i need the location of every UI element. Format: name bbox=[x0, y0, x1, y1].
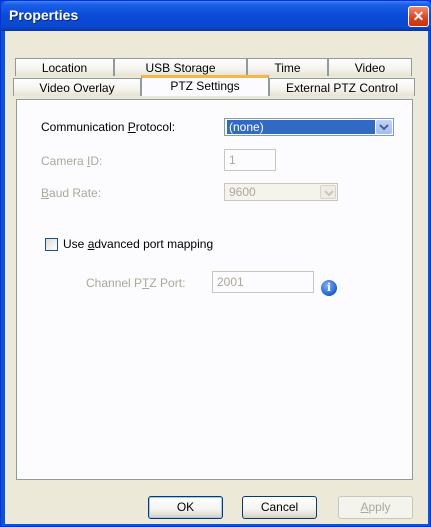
ptz-settings-panel: Communication Protocol: (none) Camera ID… bbox=[16, 99, 413, 480]
close-button[interactable]: ✕ bbox=[408, 6, 429, 27]
chevron-down-icon[interactable] bbox=[376, 120, 392, 134]
communication-protocol-value: (none) bbox=[227, 120, 375, 134]
window-title: Properties bbox=[9, 7, 79, 23]
advanced-port-mapping-label[interactable]: Use advanced port mapping bbox=[63, 237, 213, 251]
chevron-down-icon[interactable] bbox=[320, 185, 336, 199]
tab-ptz-settings[interactable]: PTZ Settings bbox=[141, 75, 269, 96]
tab-video-overlay[interactable]: Video Overlay bbox=[13, 78, 141, 96]
camera-id-field[interactable]: 1 bbox=[224, 149, 276, 171]
ok-button[interactable]: OK bbox=[148, 496, 223, 519]
cancel-button[interactable]: Cancel bbox=[242, 496, 317, 519]
camera-id-label: Camera ID: bbox=[41, 154, 103, 168]
communication-protocol-label: Communication Protocol: bbox=[41, 120, 176, 134]
channel-ptz-port-label: Channel PTZ Port: bbox=[86, 276, 186, 290]
tab-time[interactable]: Time bbox=[247, 58, 328, 76]
tab-video[interactable]: Video bbox=[328, 58, 412, 76]
baud-rate-value: 9600 bbox=[229, 185, 256, 199]
baud-rate-label: Baud Rate: bbox=[41, 186, 102, 200]
tab-external-ptz-control[interactable]: External PTZ Control bbox=[269, 78, 415, 96]
dialog-client-area: Location USB Storage Time Video Video Ov… bbox=[5, 31, 428, 524]
tab-location[interactable]: Location bbox=[15, 58, 114, 76]
title-bar[interactable]: Properties ✕ bbox=[1, 1, 431, 31]
channel-ptz-port-field[interactable]: 2001 bbox=[212, 271, 314, 293]
tab-usb-storage[interactable]: USB Storage bbox=[114, 58, 247, 76]
apply-button[interactable]: Apply bbox=[338, 496, 413, 519]
advanced-port-mapping-checkbox[interactable] bbox=[45, 238, 58, 251]
communication-protocol-select[interactable]: (none) bbox=[224, 118, 394, 136]
close-icon: ✕ bbox=[412, 8, 425, 24]
properties-window: Properties ✕ Location USB Storage Time V… bbox=[0, 0, 431, 527]
info-icon[interactable]: i bbox=[321, 280, 337, 296]
baud-rate-select[interactable]: 9600 bbox=[224, 183, 338, 201]
